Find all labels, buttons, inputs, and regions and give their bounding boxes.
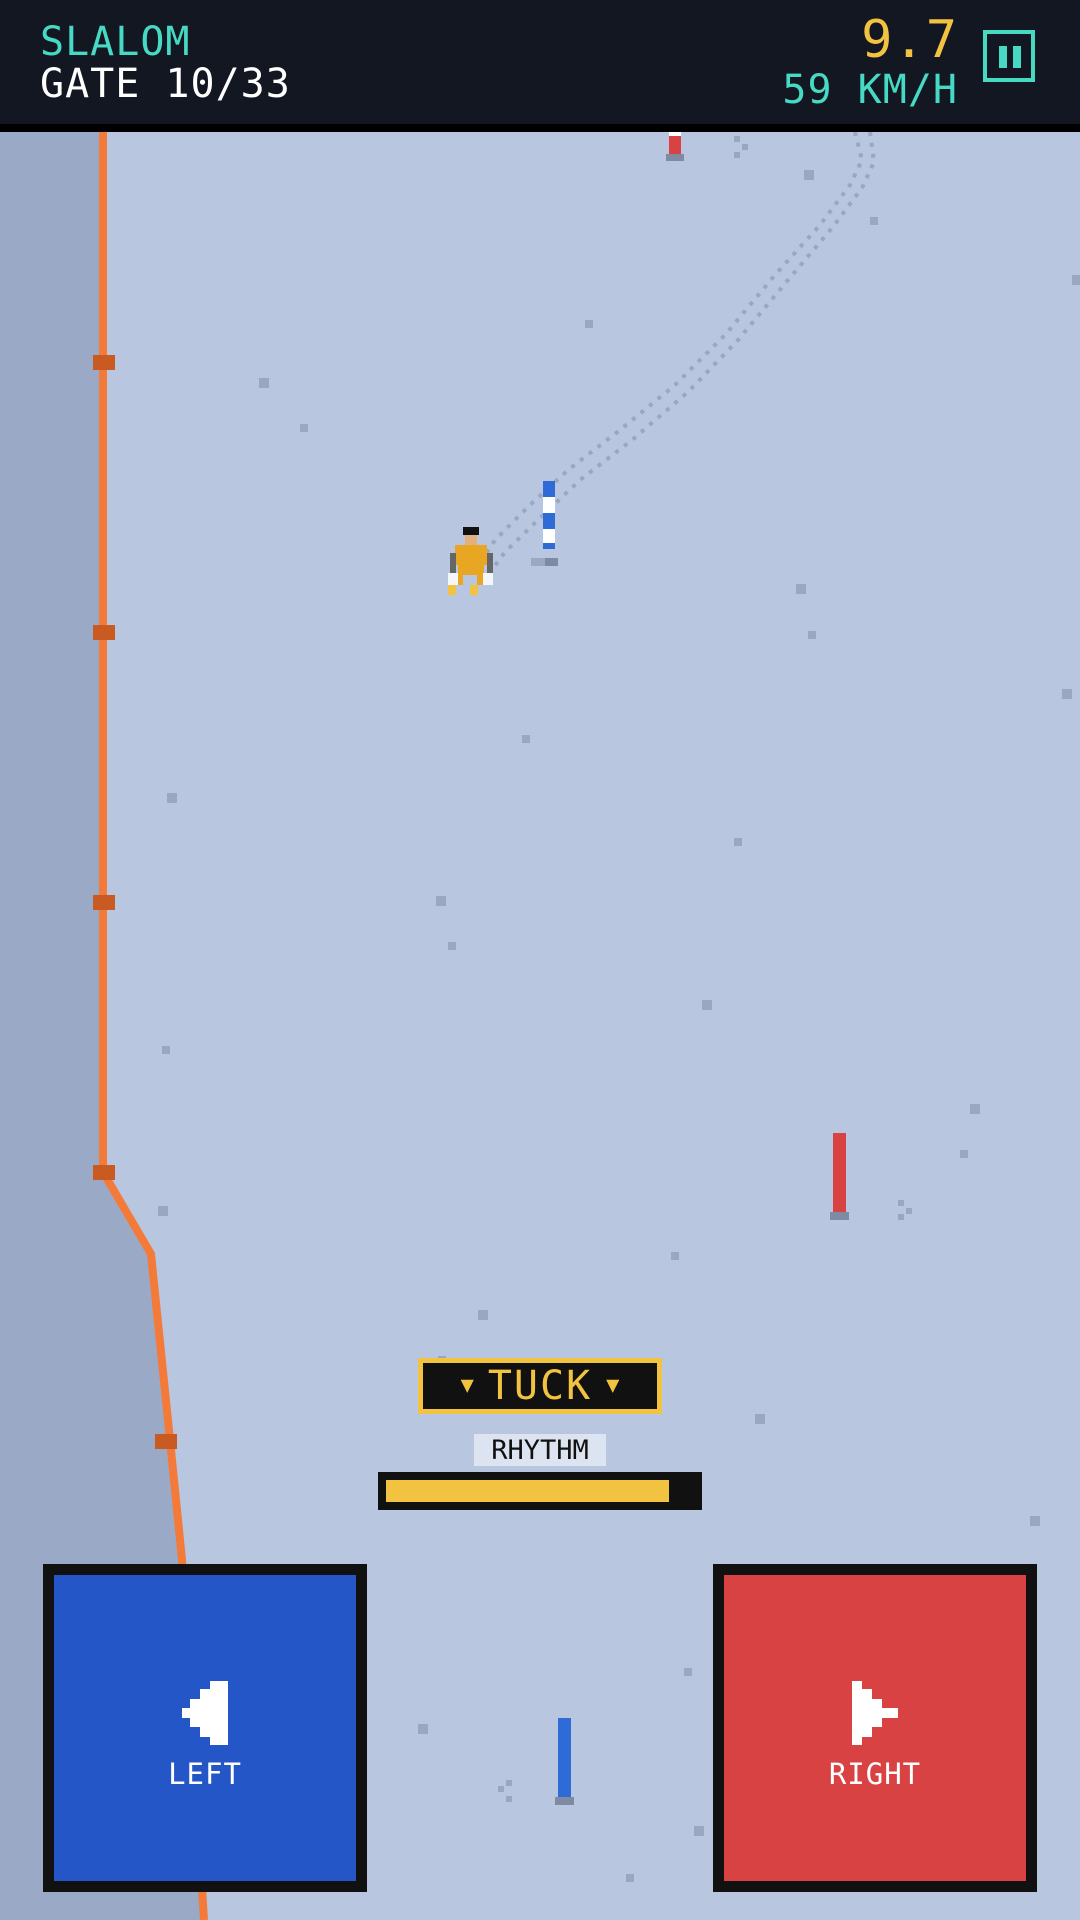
red-gate	[830, 1133, 849, 1220]
tuck-indicator: ▼ TUCK ▼	[418, 1358, 662, 1414]
ski-tracks	[476, 131, 877, 577]
event-mode-label: SLALOM	[40, 19, 191, 65]
game-stage: SLALOM GATE 10/33 9.7 59 KM/H ▼ TUCK ▼ R…	[0, 0, 1080, 1920]
pause-icon	[999, 46, 1007, 68]
steer-left-button[interactable]: LEFT	[43, 1564, 367, 1892]
boundary-marker	[93, 895, 115, 910]
rhythm-meter	[378, 1472, 702, 1510]
boundary-marker	[93, 355, 115, 370]
arrow-right-icon	[852, 1681, 898, 1745]
down-arrow-icon: ▼	[460, 1373, 474, 1398]
boundary-marker	[93, 1165, 115, 1180]
boundary-marker	[93, 625, 115, 640]
boundary-marker	[155, 1434, 177, 1449]
right-button-label: RIGHT	[828, 1757, 922, 1791]
gate-counter: GATE 10/33	[40, 61, 291, 107]
steer-right-button[interactable]: RIGHT	[713, 1564, 1037, 1892]
speed-readout: 59 KM/H	[782, 67, 958, 113]
pause-icon	[1013, 46, 1021, 68]
rhythm-meter-fill	[386, 1480, 669, 1502]
rhythm-label: RHYTHM	[474, 1434, 606, 1466]
skier-player	[448, 527, 493, 595]
race-timer: 9.7	[861, 10, 958, 70]
tuck-label: TUCK	[487, 1363, 593, 1409]
arrow-left-icon	[182, 1681, 228, 1745]
left-button-label: LEFT	[168, 1757, 242, 1791]
down-arrow-icon: ▼	[606, 1373, 620, 1398]
red-gate	[666, 130, 684, 161]
pause-button[interactable]	[983, 30, 1035, 82]
hud-divider	[0, 124, 1080, 132]
blue-gate	[555, 1718, 574, 1805]
